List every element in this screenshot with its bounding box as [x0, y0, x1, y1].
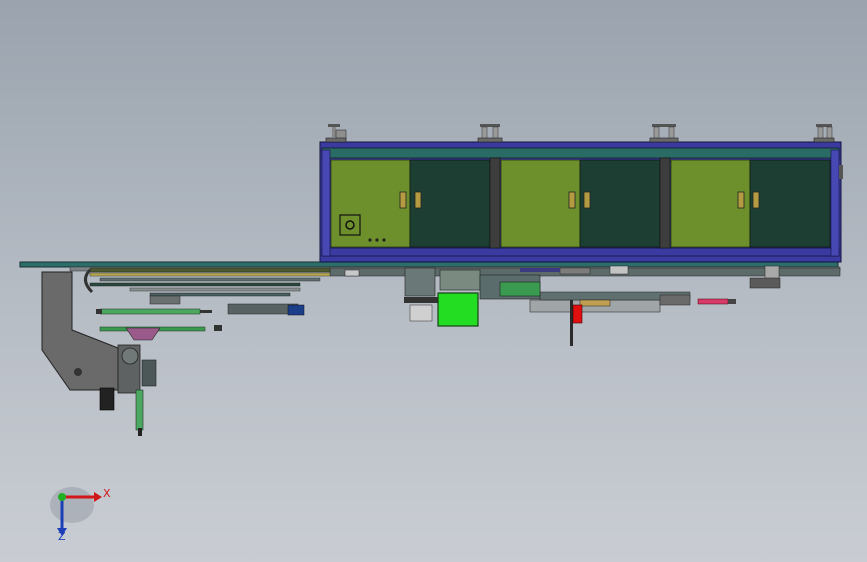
bay1-handle-b — [414, 191, 422, 209]
x-axis-label: X — [103, 487, 111, 500]
cad-viewport[interactable]: X Z — [0, 0, 867, 562]
bay2-dark-door — [579, 159, 661, 248]
left-bracket — [41, 271, 157, 436]
indicator-light — [368, 238, 372, 242]
indicator-light — [382, 238, 386, 242]
pink-cylinder — [697, 298, 729, 305]
leveling-foot — [325, 124, 347, 143]
cylinder-rods — [96, 295, 305, 341]
leveling-foot — [477, 124, 503, 143]
bay3-dark-door — [749, 159, 831, 248]
indicator-light — [375, 238, 379, 242]
z-axis-label: Z — [58, 530, 66, 543]
bay1-dark-door — [409, 159, 491, 248]
bay-divider — [659, 157, 671, 249]
bay2-handle-b — [583, 191, 591, 209]
x-axis-head — [94, 492, 102, 502]
bay-divider — [489, 157, 501, 249]
bay1-handle-a — [399, 191, 407, 209]
cabinet-side-knob — [839, 165, 843, 179]
pink-cylinder-cap — [728, 299, 736, 304]
y-axis-dot — [58, 493, 66, 501]
bay2-panel — [500, 159, 581, 248]
bay3-handle-a — [737, 191, 745, 209]
left-conveyor — [84, 267, 331, 297]
coordinate-triad — [50, 487, 102, 536]
cabinet-left-post — [321, 149, 331, 257]
leveling-foot — [649, 124, 679, 143]
cabinet — [319, 141, 843, 263]
base-rail — [19, 261, 839, 268]
green-box — [437, 292, 479, 327]
bay2-handle-a — [568, 191, 576, 209]
leveling-foot — [813, 124, 835, 143]
cabinet-top-beam — [321, 147, 840, 159]
cabinet-bottom-beam — [321, 247, 840, 257]
cabinet-right-post — [830, 149, 840, 257]
red-part — [572, 304, 583, 324]
power-switch — [339, 214, 361, 236]
bay3-handle-b — [752, 191, 760, 209]
assembly-drawing — [19, 124, 843, 536]
